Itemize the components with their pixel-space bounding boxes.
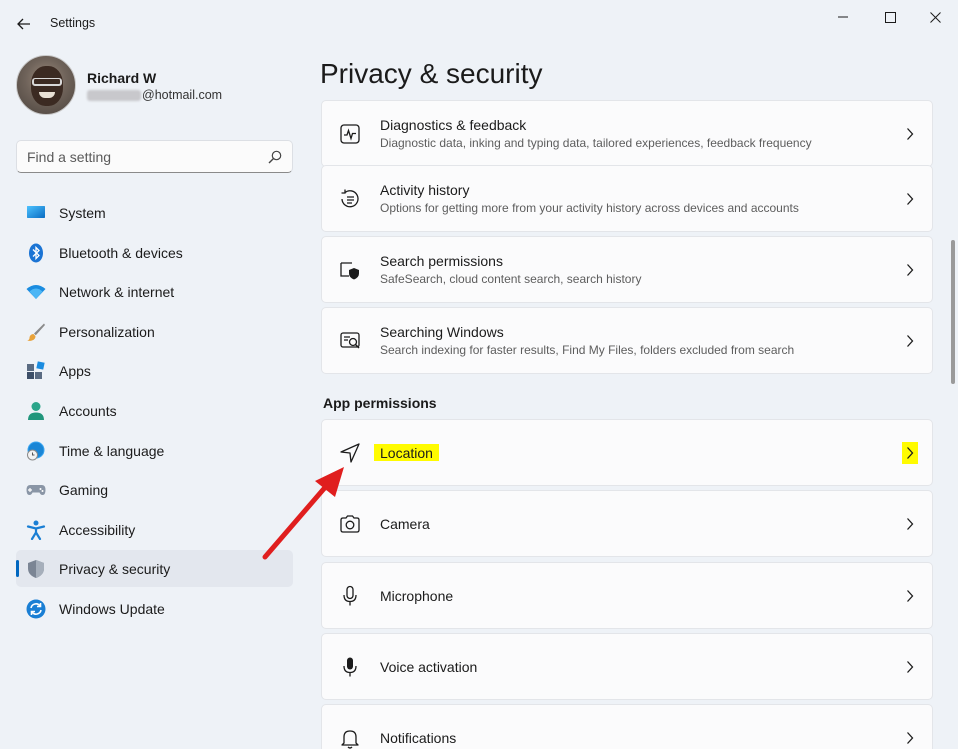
microphone-icon <box>339 585 361 607</box>
back-arrow-icon[interactable] <box>14 14 34 34</box>
sidebar-item-accounts[interactable]: Accounts <box>16 392 293 429</box>
sidebar-nav: System Bluetooth & devices Network & int… <box>16 194 293 630</box>
card-subtitle: Search indexing for faster results, Find… <box>380 343 795 357</box>
avatar[interactable] <box>16 55 76 115</box>
sidebar-item-label: Accessibility <box>59 521 136 538</box>
window-title: Settings <box>50 16 96 30</box>
account-icon <box>26 401 46 421</box>
sidebar-item-time-language[interactable]: Time & language <box>16 432 293 469</box>
profile-email-domain: @hotmail.com <box>142 88 223 102</box>
sidebar-item-label: Windows Update <box>59 600 165 617</box>
search-permissions-icon <box>339 259 361 281</box>
page-title: Privacy & security <box>320 58 543 89</box>
card-diagnostics-feedback[interactable]: Diagnostics & feedback Diagnostic data, … <box>321 100 933 167</box>
globe-clock-icon <box>26 441 46 461</box>
sidebar-item-label: Bluetooth & devices <box>59 244 183 261</box>
sidebar-item-system[interactable]: System <box>16 194 293 231</box>
sidebar-item-accessibility[interactable]: Accessibility <box>16 511 293 548</box>
chevron-right-icon <box>905 659 915 675</box>
chevron-right-icon <box>905 516 915 532</box>
sidebar-item-personalization[interactable]: Personalization <box>16 313 293 350</box>
activity-history-icon <box>339 188 361 210</box>
close-icon[interactable] <box>915 6 955 28</box>
card-notifications[interactable]: Notifications <box>321 704 933 749</box>
sidebar-item-label: System <box>59 205 106 221</box>
card-search-permissions[interactable]: Search permissions SafeSearch, cloud con… <box>321 236 933 303</box>
card-voice-activation[interactable]: Voice activation <box>321 633 933 700</box>
apps-icon <box>26 361 46 381</box>
user-profile[interactable]: Richard W @hotmail.com <box>16 55 296 117</box>
wifi-icon <box>26 282 46 302</box>
voice-activation-icon <box>339 656 361 678</box>
gamepad-icon <box>26 480 46 500</box>
card-title: Voice activation <box>380 659 478 675</box>
maximize-icon[interactable] <box>870 6 910 28</box>
highlighted-label: Location <box>374 444 439 461</box>
card-microphone[interactable]: Microphone <box>321 562 933 629</box>
search-icon[interactable] <box>268 150 282 164</box>
sidebar-item-privacy-security[interactable]: Privacy & security <box>16 550 293 588</box>
annotation-arrow-icon <box>262 467 344 560</box>
profile-name: Richard W <box>87 70 157 86</box>
card-subtitle: Diagnostic data, inking and typing data,… <box>380 136 812 150</box>
card-subtitle: Options for getting more from your activ… <box>380 201 799 215</box>
chevron-right-icon <box>905 730 915 746</box>
card-title: Location <box>374 444 439 461</box>
chevron-right-icon <box>905 333 915 349</box>
chevron-right-icon <box>902 442 918 464</box>
card-title: Microphone <box>380 588 454 604</box>
card-title: Diagnostics & feedback <box>380 117 527 133</box>
card-title: Notifications <box>380 730 457 746</box>
chevron-right-icon <box>905 262 915 278</box>
sidebar-item-bluetooth-devices[interactable]: Bluetooth & devices <box>16 234 293 271</box>
sidebar-item-label: Gaming <box>59 482 109 499</box>
sidebar-item-label: Apps <box>59 363 91 380</box>
card-title: Activity history <box>380 182 470 198</box>
sidebar-item-label: Personalization <box>59 323 155 340</box>
card-subtitle: SafeSearch, cloud content search, search… <box>380 272 642 286</box>
card-title: Searching Windows <box>380 324 504 340</box>
card-activity-history[interactable]: Activity history Options for getting mor… <box>321 165 933 232</box>
title-bar: Settings <box>0 0 958 48</box>
minimize-icon[interactable] <box>823 6 863 28</box>
diagnostics-icon <box>339 123 361 145</box>
system-icon <box>26 203 46 223</box>
card-searching-windows[interactable]: Searching Windows Search indexing for fa… <box>321 307 933 374</box>
sidebar-item-network-internet[interactable]: Network & internet <box>16 273 293 310</box>
brush-icon <box>26 322 46 342</box>
section-heading-app-permissions: App permissions <box>323 395 437 411</box>
searching-windows-icon <box>339 330 361 352</box>
profile-email: @hotmail.com <box>87 88 222 102</box>
sidebar-item-label: Privacy & security <box>59 561 171 578</box>
bell-icon <box>339 727 361 749</box>
sidebar-item-gaming[interactable]: Gaming <box>16 471 293 508</box>
chevron-right-icon <box>905 126 915 142</box>
card-title: Camera <box>380 516 430 532</box>
sidebar-item-label: Network & internet <box>59 284 175 301</box>
scrollbar-thumb[interactable] <box>951 240 955 384</box>
card-camera[interactable]: Camera <box>321 490 933 557</box>
location-icon <box>339 442 361 464</box>
card-location[interactable]: Location <box>321 419 933 486</box>
chevron-right-icon <box>905 191 915 207</box>
search-input[interactable] <box>17 141 257 172</box>
update-icon <box>26 599 46 619</box>
card-title: Search permissions <box>380 253 503 269</box>
shield-icon <box>26 559 46 579</box>
chevron-right-icon <box>905 588 915 604</box>
accessibility-icon <box>26 520 46 540</box>
bluetooth-icon <box>26 243 46 263</box>
redacted-email-part <box>87 89 141 101</box>
find-setting-search[interactable] <box>16 140 293 173</box>
sidebar-item-label: Time & language <box>59 442 165 459</box>
sidebar-item-windows-update[interactable]: Windows Update <box>16 590 293 627</box>
sidebar-item-apps[interactable]: Apps <box>16 352 293 389</box>
sidebar-item-label: Accounts <box>59 402 117 419</box>
